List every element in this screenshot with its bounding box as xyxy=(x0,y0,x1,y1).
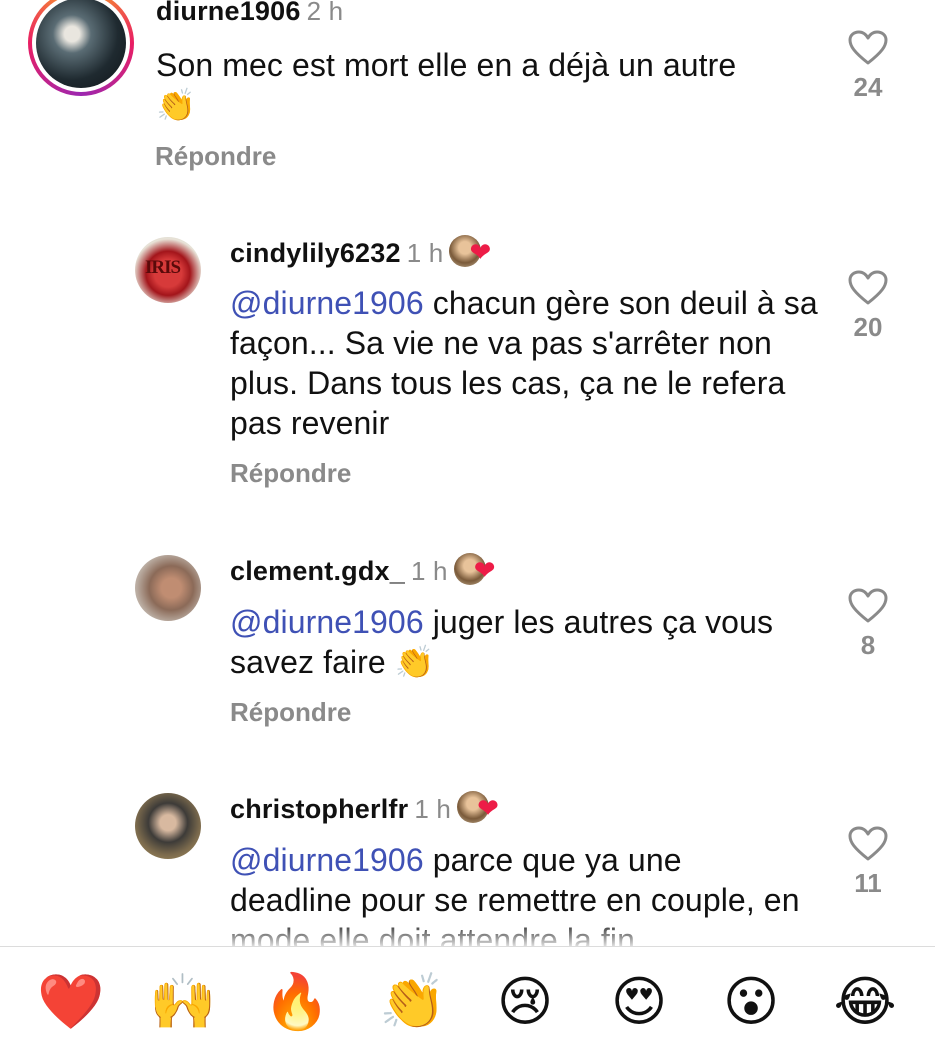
like-count: 11 xyxy=(854,868,882,898)
like-button[interactable]: 8 xyxy=(838,588,898,661)
raised-hands-reaction-icon[interactable]: 🙌 xyxy=(148,967,218,1037)
heart-reaction-icon[interactable]: ❤️ xyxy=(36,967,106,1037)
avatar xyxy=(36,0,126,88)
heart-outline-icon xyxy=(848,270,888,305)
comment-username[interactable]: clement.gdx_ 1 h ❤ xyxy=(230,553,498,587)
mention-link[interactable]: @diurne1906 xyxy=(230,842,424,878)
like-button[interactable]: 11 xyxy=(838,826,898,899)
username-link[interactable]: christopherlfr xyxy=(230,794,408,824)
tears-of-joy-reaction-icon[interactable]: 😂 xyxy=(830,967,900,1037)
avatar[interactable] xyxy=(135,555,201,621)
comment-text: @diurne1906 chacun gère son deuil à sa f… xyxy=(230,283,830,443)
avatar-logo-text: IRIS xyxy=(145,257,181,278)
username-link[interactable]: diurne1906 xyxy=(156,0,301,26)
mention-link[interactable]: @diurne1906 xyxy=(230,285,424,321)
like-button[interactable]: 20 xyxy=(838,270,898,343)
comment-username[interactable]: christopherlfr 1 h ❤ xyxy=(230,791,501,825)
comment-time: 2 h xyxy=(306,0,344,26)
heart-eyes-reaction-icon[interactable]: 😍 xyxy=(604,967,674,1037)
comment-username[interactable]: diurne1906 2 h xyxy=(156,0,343,27)
comment-text: @diurne1906 juger les autres ça vous sav… xyxy=(230,602,830,682)
username-link[interactable]: clement.gdx_ xyxy=(230,556,405,586)
heart-outline-icon xyxy=(848,30,888,65)
avatar[interactable] xyxy=(135,793,201,859)
surprised-face-reaction-icon[interactable]: 😮 xyxy=(716,967,786,1037)
clapping-hands-icon: 👏 xyxy=(394,643,435,681)
comment-time: 1 h xyxy=(410,556,448,586)
heart-icon: ❤ xyxy=(469,238,492,268)
heart-outline-icon xyxy=(848,826,888,861)
reply-button[interactable]: Répondre xyxy=(155,141,276,172)
username-link[interactable]: cindylily6232 xyxy=(230,238,401,268)
avatar-story-ring[interactable] xyxy=(28,0,134,96)
reply-button[interactable]: Répondre xyxy=(230,697,351,728)
comment-username[interactable]: cindylily6232 1 h ❤ xyxy=(230,235,493,269)
like-count: 20 xyxy=(853,312,883,342)
creator-liked-badge-icon: ❤ xyxy=(449,235,493,267)
clapping-hands-reaction-icon[interactable]: 👏 xyxy=(378,967,448,1037)
emoji-reaction-bar: ❤️ 🙌 🔥 👏 😢 😍 😮 😂 xyxy=(0,946,935,1033)
clapping-hands-icon: 👏 xyxy=(156,86,196,124)
like-count: 24 xyxy=(853,72,883,102)
creator-liked-badge-icon: ❤ xyxy=(457,791,501,823)
fire-reaction-icon[interactable]: 🔥 xyxy=(262,967,332,1037)
reply-button[interactable]: Répondre xyxy=(230,458,351,489)
heart-outline-icon xyxy=(848,588,888,623)
like-count: 8 xyxy=(860,630,876,660)
like-button[interactable]: 24 xyxy=(838,30,898,103)
mention-link[interactable]: @diurne1906 xyxy=(230,604,424,640)
heart-icon: ❤ xyxy=(477,794,500,824)
crying-face-reaction-icon[interactable]: 😢 xyxy=(490,967,560,1037)
comment-text: Son mec est mort elle en a déjà un autre… xyxy=(156,45,756,125)
heart-icon: ❤ xyxy=(473,556,496,586)
creator-liked-badge-icon: ❤ xyxy=(453,553,498,586)
comment-time: 1 h xyxy=(414,794,452,824)
avatar[interactable]: IRIS xyxy=(135,237,201,303)
scroll-fade xyxy=(0,920,935,946)
comment-time: 1 h xyxy=(406,238,444,268)
comment-body: Son mec est mort elle en a déjà un autre xyxy=(156,47,737,83)
